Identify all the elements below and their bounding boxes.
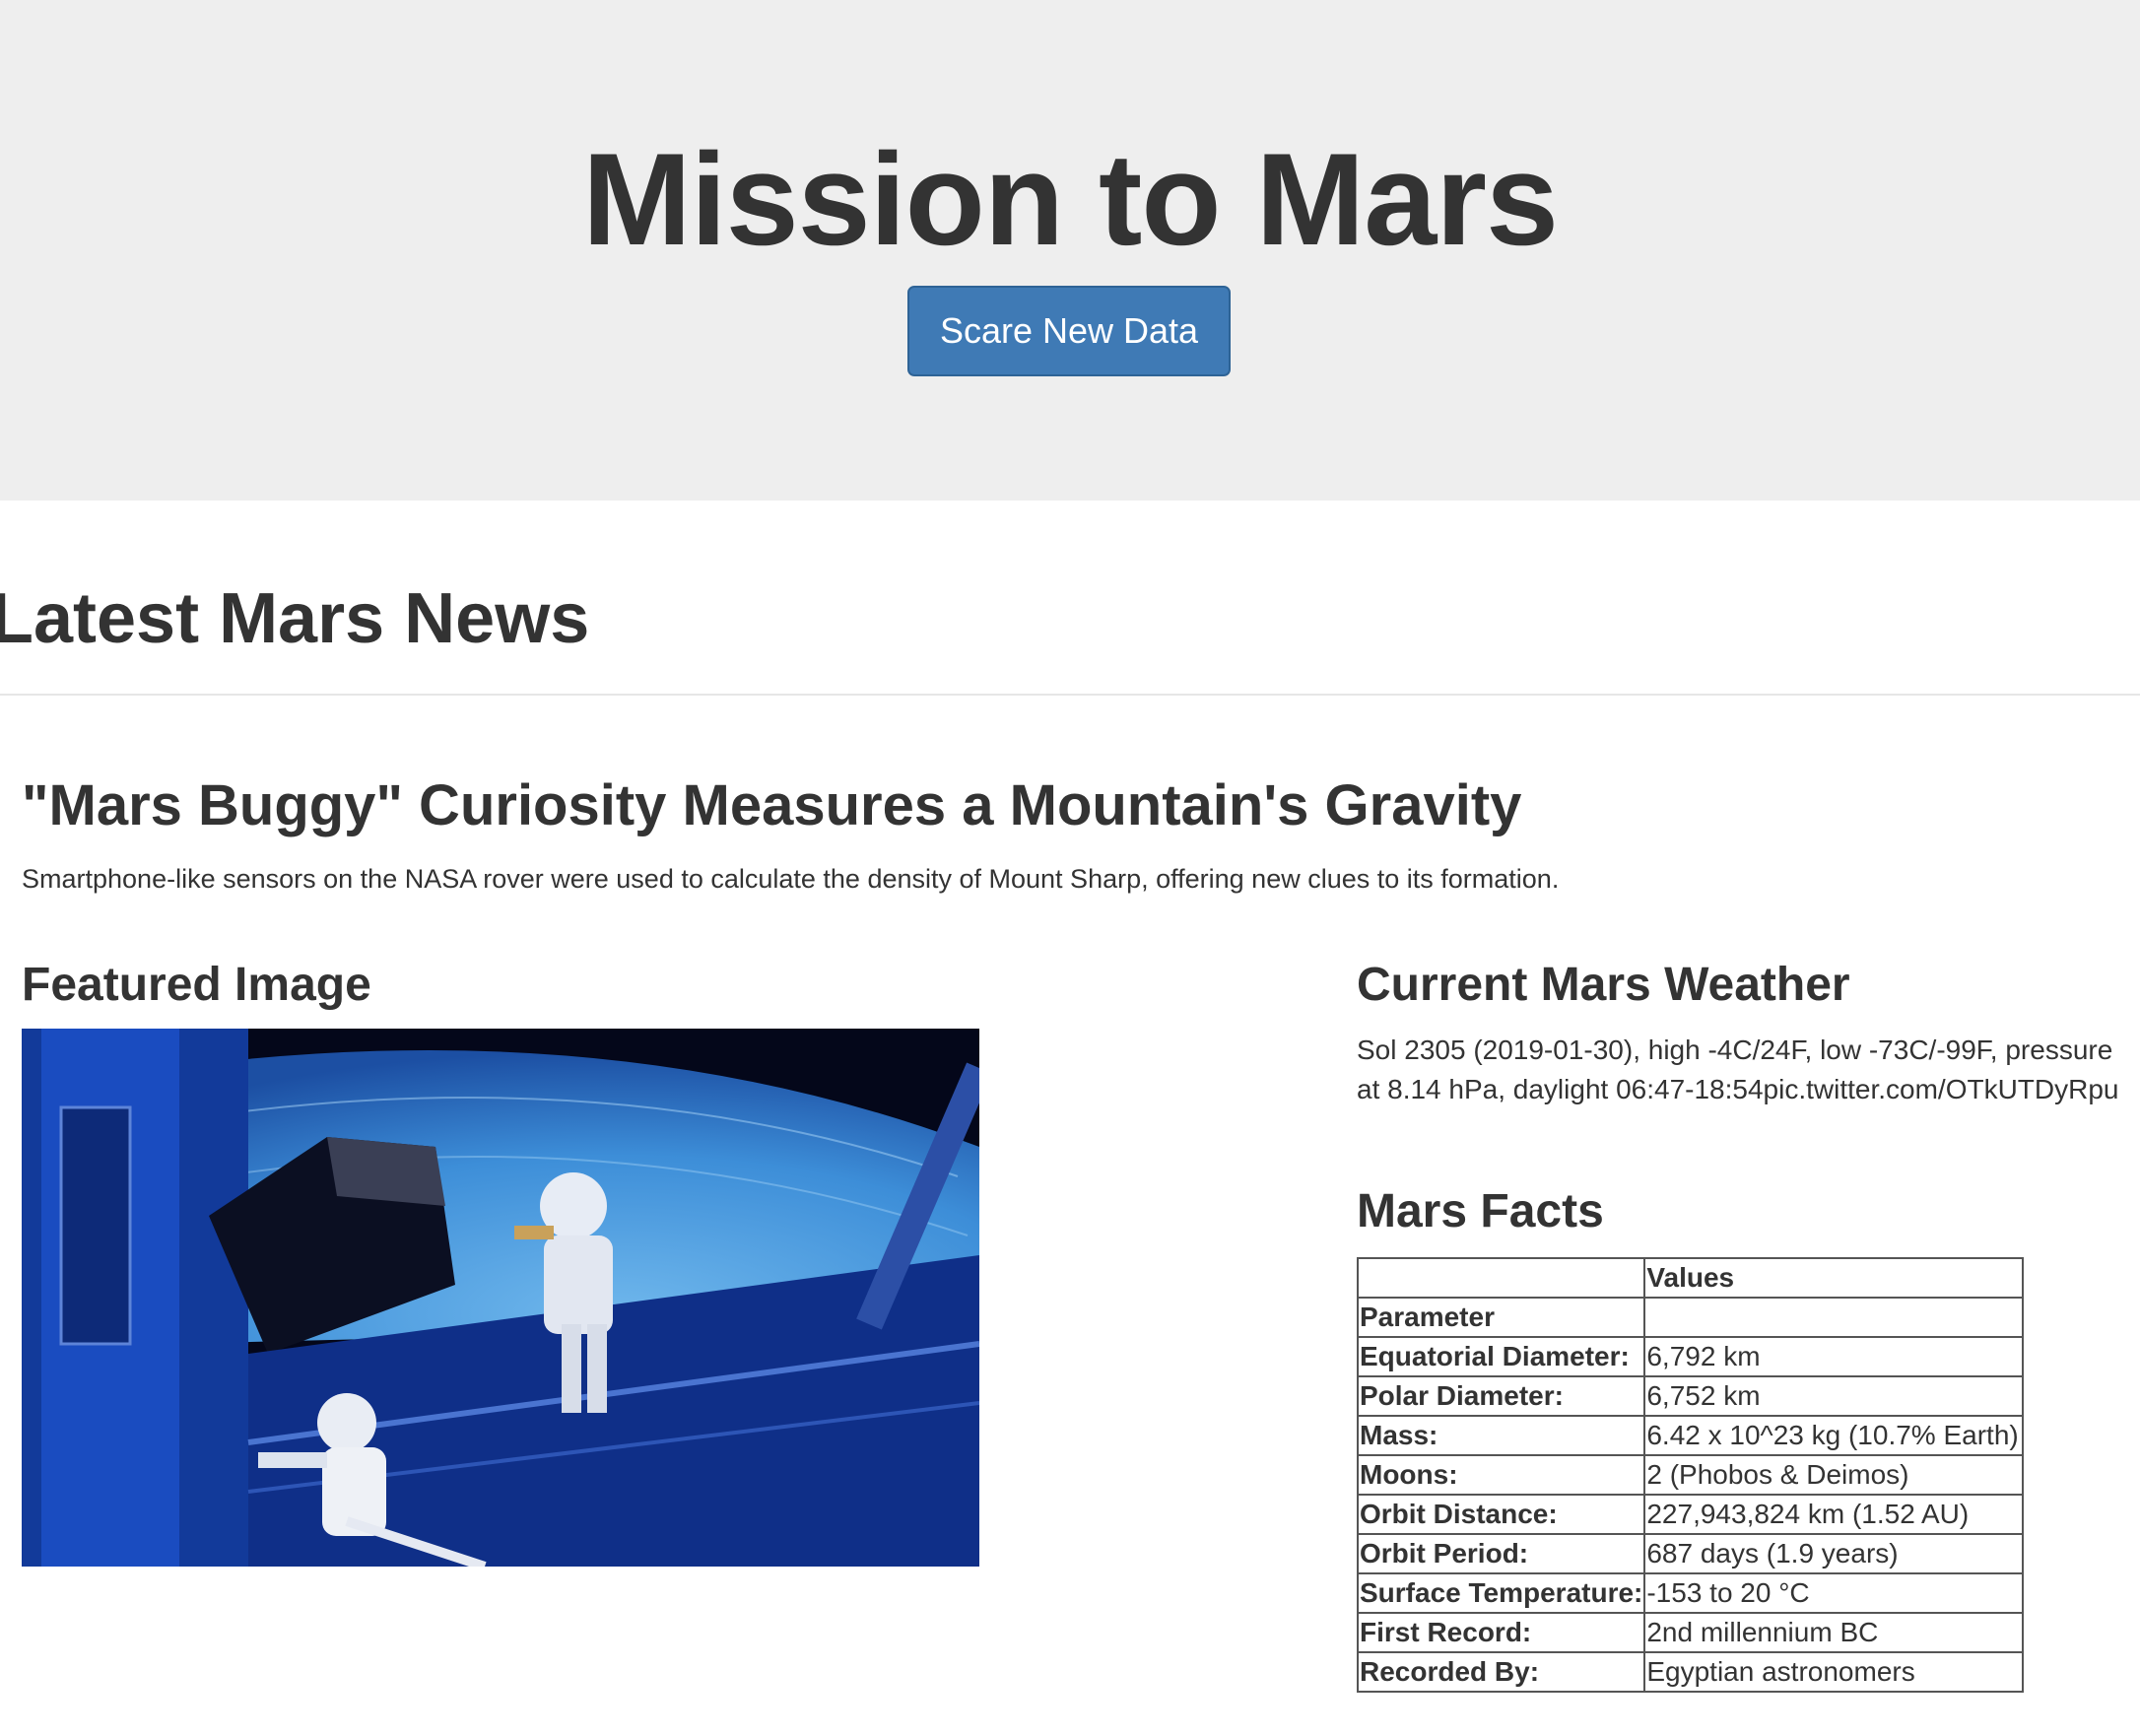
latest-news-heading: Latest Mars News	[0, 579, 590, 658]
table-row-label: Surface Temperature:	[1356, 1572, 1646, 1614]
table-index-label: Parameter	[1356, 1297, 1646, 1338]
table-cell: 2 (Phobos & Deimos)	[1643, 1454, 2025, 1496]
table-row-label: Mass:	[1356, 1415, 1646, 1456]
table-row-label: Polar Diameter:	[1356, 1375, 1646, 1417]
mars-facts-heading: Mars Facts	[1357, 1185, 1604, 1237]
news-teaser: Smartphone-like sensors on the NASA rove…	[22, 864, 1560, 894]
table-cell: -153 to 20 °C	[1643, 1572, 2025, 1614]
section-divider	[0, 694, 2140, 696]
table-row: Recorded By: Egyptian astronomers	[1356, 1651, 2025, 1693]
page-title: Mission to Mars	[581, 127, 1559, 273]
table-row: Polar Diameter: 6,752 km	[1356, 1375, 2025, 1417]
table-row: Equatorial Diameter: 6,792 km	[1356, 1336, 2025, 1377]
table-cell: 6.42 x 10^23 kg (10.7% Earth)	[1643, 1415, 2025, 1456]
table-row: Orbit Period: 687 days (1.9 years)	[1356, 1533, 2025, 1574]
table-cell: 6,792 km	[1643, 1336, 2025, 1377]
table-row-label: Recorded By:	[1356, 1651, 1646, 1693]
table-cell: 2nd millennium BC	[1643, 1612, 2025, 1653]
table-row-label: Equatorial Diameter:	[1356, 1336, 1646, 1377]
table-header-cell	[1356, 1257, 1646, 1299]
mars-facts-table: Values Parameter Equatorial Diameter: 6,…	[1356, 1257, 2025, 1693]
table-row: Orbit Distance: 227,943,824 km (1.52 AU)	[1356, 1494, 2025, 1535]
featured-image-heading: Featured Image	[22, 959, 371, 1011]
table-row: Moons: 2 (Phobos & Deimos)	[1356, 1454, 2025, 1496]
table-cell: 6,752 km	[1643, 1375, 2025, 1417]
featured-image	[22, 1029, 979, 1567]
table-header-cell	[1643, 1297, 2025, 1338]
table-cell: Egyptian astronomers	[1643, 1651, 2025, 1693]
table-row: Surface Temperature: -153 to 20 °C	[1356, 1572, 2025, 1614]
table-index-row: Parameter	[1356, 1297, 2025, 1338]
weather-heading: Current Mars Weather	[1357, 959, 1850, 1011]
table-header-row: Values	[1356, 1257, 2025, 1299]
table-row-label: First Record:	[1356, 1612, 1646, 1653]
scrape-new-data-button[interactable]: Scare New Data	[907, 286, 1231, 376]
weather-text: Sol 2305 (2019-01-30), high -4C/24F, low…	[1357, 1035, 2119, 1104]
table-cell: 227,943,824 km (1.52 AU)	[1643, 1494, 2025, 1535]
table-cell: 687 days (1.9 years)	[1643, 1533, 2025, 1574]
table-header-cell: Values	[1643, 1257, 2025, 1299]
jumbotron: Mission to Mars Scare New Data	[0, 0, 2140, 501]
table-row: Mass: 6.42 x 10^23 kg (10.7% Earth)	[1356, 1415, 2025, 1456]
table-row-label: Orbit Distance:	[1356, 1494, 1646, 1535]
news-title: "Mars Buggy" Curiosity Measures a Mounta…	[22, 773, 1522, 837]
table-row-label: Orbit Period:	[1356, 1533, 1646, 1574]
featured-image-art	[22, 1029, 979, 1567]
table-row-label: Moons:	[1356, 1454, 1646, 1496]
table-row: First Record: 2nd millennium BC	[1356, 1612, 2025, 1653]
